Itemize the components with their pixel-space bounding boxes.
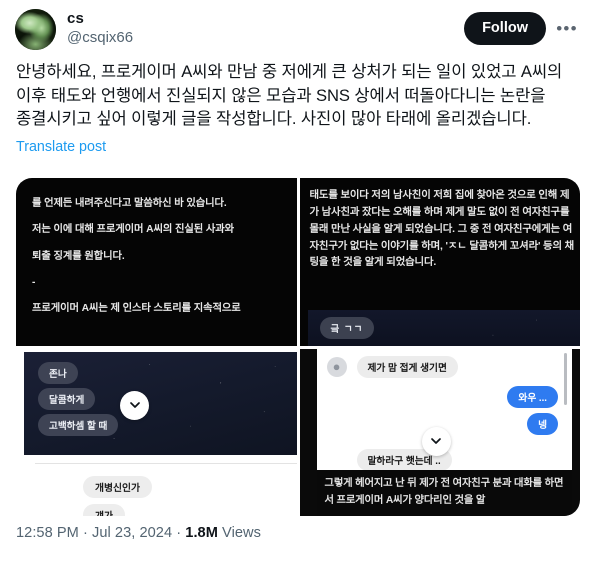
media-4-bubble-outgoing-2: 넹 xyxy=(527,412,558,435)
media-image-4[interactable]: ● 제가 맘 접게 생기면 와우 ... 넹 말하라구 햇는데 .. 그렇게 헤… xyxy=(299,348,580,516)
media-3-white-panel: 개병신인가 걔가 xyxy=(35,462,297,516)
media-image-3[interactable]: 존나 달콤하게 고백하셈 할 때 개병신인가 걔가 xyxy=(16,348,297,516)
tweet-header: cs @csqix66 Follow ••• xyxy=(0,0,596,58)
media-1-line-2: 저는 이에 대해 프로게이머 A씨의 진실된 사과와 xyxy=(32,224,234,236)
chevron-down-icon[interactable] xyxy=(120,390,149,420)
post-date: Jul 23, 2024 xyxy=(92,525,173,541)
media-1-line-3: 퇴출 징계를 원합니다. xyxy=(32,250,125,262)
media-3-chat-background: 존나 달콤하게 고백하셈 할 때 xyxy=(24,351,297,455)
media-grid: 를 언제든 내려주신다고 말씀하신 바 있습니다. 저는 이에 대해 프로게이머… xyxy=(16,178,580,516)
post-text: 안녕하세요, 프로게이머 A씨와 만남 중 저에게 큰 상처가 되는 일이 있었… xyxy=(16,62,563,129)
avatar[interactable] xyxy=(15,9,56,50)
media-3-bubble-3: 고백하셈 할 때 xyxy=(38,413,119,436)
media-4-caption: 그렇게 헤어지고 난 뒤 제가 전 여자친구 분과 대화를 하면서 프로게이머 … xyxy=(316,469,572,516)
media-image-1[interactable]: 를 언제든 내려주신다고 말씀하신 바 있습니다. 저는 이에 대해 프로게이머… xyxy=(16,178,297,346)
contact-avatar-icon: ● xyxy=(326,356,347,377)
more-options-icon[interactable]: ••• xyxy=(552,13,582,43)
tweet-metadata: 12:58 PM · Jul 23, 2024 · 1.8M Views xyxy=(16,525,261,541)
display-name[interactable]: cs xyxy=(67,10,133,28)
post-time: 12:58 PM xyxy=(16,525,79,541)
media-1-line-5: 프로게이머 A씨는 제 인스타 스토리를 지속적으로 xyxy=(32,303,241,314)
media-2-text: 태도를 보이다 저의 남사친이 저희 집에 찾아온 것으로 인해 제가 남사친과… xyxy=(309,190,575,269)
media-3-white-bubble-1: 개병신인가 xyxy=(83,475,153,498)
media-3-bubble-1: 존나 xyxy=(38,361,78,384)
metadata-separator-1: · xyxy=(82,525,88,541)
media-1-line-1: 를 언제든 내려주신다고 말씀하신 바 있습니다. xyxy=(32,198,227,209)
media-1-text: 를 언제든 내려주신다고 말씀하신 바 있습니다. 저는 이에 대해 프로게이머… xyxy=(32,191,289,322)
follow-button[interactable]: Follow xyxy=(464,12,546,45)
media-2-chat-bubble: 긐 ㄱㄱ xyxy=(319,316,375,339)
media-3-bubble-2: 달콤하게 xyxy=(38,387,96,410)
metadata-separator-2: · xyxy=(176,525,182,541)
chevron-down-icon[interactable] xyxy=(421,426,451,456)
media-image-2[interactable]: 태도를 보이다 저의 남사친이 저희 집에 찾아온 것으로 인해 제가 남사친과… xyxy=(299,178,580,346)
translate-post-link[interactable]: Translate post xyxy=(0,131,122,155)
tweet-container: cs @csqix66 Follow ••• 안녕하세요, 프로게이머 A씨와 … xyxy=(0,0,596,563)
user-handle[interactable]: @csqix66 xyxy=(67,29,133,47)
avatar-image xyxy=(15,9,56,50)
media-4-bubble-incoming-1: 제가 맘 접게 생기면 xyxy=(356,355,458,378)
views-label: Views xyxy=(222,525,261,541)
media-1-line-4: - xyxy=(32,276,36,288)
media-2-chat-strip: 긐 ㄱㄱ xyxy=(307,309,580,346)
views-count: 1.8M xyxy=(185,525,218,541)
chat-scrollbar[interactable] xyxy=(564,352,567,405)
media-3-white-bubble-2: 걔가 xyxy=(83,503,126,516)
author-names: cs @csqix66 xyxy=(67,9,133,46)
media-4-bubble-outgoing-1: 와우 ... xyxy=(507,385,558,408)
